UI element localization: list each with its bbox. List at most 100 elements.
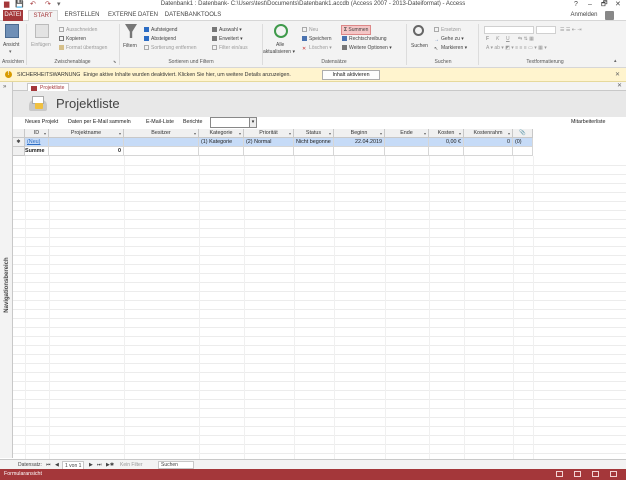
table-cell[interactable] — [49, 138, 124, 147]
reports-dropdown-icon[interactable]: ▾ — [249, 118, 256, 127]
layout-view-icon[interactable] — [592, 471, 599, 477]
underline-button[interactable]: U — [506, 35, 510, 43]
remove-sort-button[interactable]: Sortierung entfernen — [144, 44, 197, 52]
column-header[interactable]: Priorität ▾ — [244, 129, 294, 138]
table-cell[interactable]: 0 — [464, 138, 513, 147]
column-sort-dropdown-icon[interactable]: ▾ — [44, 129, 46, 137]
binoculars-icon[interactable] — [413, 25, 424, 36]
refresh-button[interactable]: aktualisieren ▾ — [263, 48, 295, 56]
filter-button[interactable]: Filtern — [123, 42, 137, 50]
sort-ascending-button[interactable]: Aufsteigend — [144, 26, 177, 34]
reports-combobox[interactable]: ▾ — [210, 117, 257, 128]
column-sort-dropdown-icon[interactable]: ▾ — [424, 129, 426, 137]
form-view-icon[interactable] — [556, 471, 563, 477]
column-header[interactable]: Projektname ▾ — [49, 129, 124, 138]
column-header[interactable]: ID ▾ — [25, 129, 49, 138]
column-sort-dropdown-icon[interactable]: ▾ — [119, 129, 121, 137]
total-row-cell[interactable] — [513, 147, 533, 156]
select-button[interactable]: ↖ Markieren ▾ — [434, 44, 467, 52]
view-icon[interactable] — [5, 24, 19, 38]
cut-button[interactable]: Ausschneiden — [59, 26, 97, 34]
last-record-button[interactable]: ⏭ — [97, 461, 102, 469]
list-format-icons[interactable]: ☰ ☰ ⇤ ⇥ — [560, 26, 582, 34]
previous-record-button[interactable]: ◀ — [55, 461, 59, 469]
format-painter-button[interactable]: Format übertragen — [59, 44, 107, 52]
font-color-icons[interactable]: A ▾ ab ▾ ◩ ▾ ≡ ≡ ≡ ▭ ▾ ▦ ▾ — [486, 44, 547, 52]
column-header[interactable]: Ende ▾ — [385, 129, 429, 138]
filter-icon[interactable] — [125, 24, 137, 38]
first-record-button[interactable]: ⏮ — [46, 461, 51, 469]
column-sort-dropdown-icon[interactable]: ▾ — [459, 129, 461, 137]
font-name-select[interactable] — [484, 26, 534, 34]
goto-button[interactable]: → Gehe zu ▾ — [434, 35, 464, 43]
security-warning-bar[interactable]: ! SICHERHEITSWARNUNG Einige aktive Inhal… — [0, 68, 626, 82]
collect-email-link[interactable]: Daten per E-Mail sammeln — [68, 119, 131, 125]
delete-record-button[interactable]: ✕ Löschen ▾ — [302, 44, 332, 52]
total-row-cell[interactable] — [199, 147, 244, 156]
column-header[interactable]: Kosten ▾ — [429, 129, 464, 138]
column-sort-dropdown-icon[interactable]: ▾ — [380, 129, 382, 137]
spelling-button[interactable]: Rechtschreibung — [342, 35, 387, 43]
total-row-cell[interactable] — [124, 147, 199, 156]
column-header[interactable]: Besitzer ▾ — [124, 129, 199, 138]
total-row-value[interactable]: 0 — [49, 147, 124, 156]
column-header[interactable]: Kostenrahm ▾ — [464, 129, 513, 138]
more-options-button[interactable]: Weitere Optionen ▾ — [342, 44, 392, 52]
find-button[interactable]: Suchen — [411, 42, 428, 50]
paste-icon[interactable] — [35, 24, 49, 38]
close-button[interactable]: ✕ — [615, 0, 621, 10]
replace-button[interactable]: Ersetzen — [434, 26, 461, 34]
paste-button[interactable]: Einfügen — [31, 41, 51, 49]
close-document-icon[interactable]: ✕ — [617, 82, 622, 89]
table-cell[interactable]: (1) Kategorie — [199, 138, 244, 147]
design-view-icon[interactable] — [610, 471, 617, 477]
total-row-cell[interactable] — [334, 147, 385, 156]
navigation-pane[interactable]: » Navigationsbereich — [0, 82, 13, 458]
minimize-button[interactable]: – — [588, 0, 592, 10]
datasheet[interactable]: ID ▾ Projektname ▾ Besitzer ▾ Kategorie ▾ Priori… — [13, 129, 626, 460]
font-size-select[interactable] — [536, 26, 556, 34]
view-dropdown-icon[interactable]: ▾ — [9, 48, 12, 56]
sort-descending-button[interactable]: Absteigend — [144, 35, 176, 43]
refresh-icon[interactable] — [274, 24, 288, 38]
column-sort-dropdown-icon[interactable]: ▾ — [239, 129, 241, 137]
nav-pane-label[interactable]: Navigationsbereich — [4, 242, 10, 328]
total-row-cell[interactable] — [429, 147, 464, 156]
advanced-filter-button[interactable]: Erweitert ▾ — [212, 35, 243, 43]
select-all-corner[interactable] — [13, 129, 25, 138]
bold-button[interactable]: F — [486, 35, 489, 43]
save-record-button[interactable]: Speichern — [302, 35, 332, 43]
toggle-filter-button[interactable]: Filter ein/aus — [212, 44, 248, 52]
tab-externe-daten[interactable]: EXTERNE DATEN — [106, 10, 160, 21]
tab-erstellen[interactable]: ERSTELLEN — [62, 10, 102, 21]
email-list-link[interactable]: E-Mail-Liste — [146, 119, 174, 125]
restore-button[interactable]: 🗗 — [601, 0, 608, 10]
enable-content-button[interactable]: Inhalt aktivieren — [322, 70, 380, 80]
table-cell[interactable] — [385, 138, 429, 147]
table-cell[interactable]: 0,00 € — [429, 138, 464, 147]
totals-button[interactable]: Σ Summen — [341, 25, 372, 35]
new-record-nav-button[interactable]: ▶✱ — [106, 461, 114, 469]
help-button[interactable]: ? — [574, 0, 578, 10]
new-record-button[interactable]: Neu — [302, 26, 318, 34]
column-sort-dropdown-icon[interactable]: ▾ — [194, 129, 196, 137]
table-cell[interactable] — [124, 138, 199, 147]
nav-pane-toggle-icon[interactable]: » — [3, 84, 6, 90]
total-row-cell[interactable] — [464, 147, 513, 156]
new-record-selector[interactable]: ✱ — [13, 138, 25, 147]
table-cell[interactable]: (2) Normal — [244, 138, 294, 147]
italic-button[interactable]: K — [496, 35, 499, 43]
table-cell[interactable]: 22.04.2019 — [334, 138, 385, 147]
table-cell[interactable]: Nicht begonne — [294, 138, 334, 147]
selection-filter-button[interactable]: Auswahl ▾ — [212, 26, 242, 34]
copy-button[interactable]: Kopieren — [59, 35, 86, 43]
column-header[interactable]: Kategorie ▾ — [199, 129, 244, 138]
column-sort-dropdown-icon[interactable]: ▾ — [329, 129, 331, 137]
search-input[interactable]: Suchen — [158, 461, 194, 469]
column-header[interactable]: Beginn ▾ — [334, 129, 385, 138]
text-direction-icons[interactable]: ⇆ ⇅ ▦ — [518, 35, 534, 43]
column-header[interactable]: Status ▾ — [294, 129, 334, 138]
clipboard-launcher-icon[interactable]: ⬊ — [113, 59, 116, 64]
user-avatar[interactable] — [605, 11, 614, 20]
next-record-button[interactable]: ▶ — [89, 461, 93, 469]
